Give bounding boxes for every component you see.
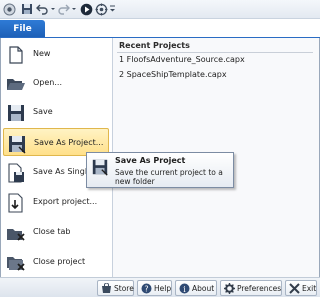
floppy-save-as-icon xyxy=(91,158,109,176)
file-menu-bottom-bar: Store ? Help i About Preferences Exit xyxy=(0,277,320,297)
undo-icon[interactable] xyxy=(36,3,49,16)
save-as-project-tooltip: Save As Project Save the current project… xyxy=(86,152,234,188)
recent-project-item[interactable]: 2 SpaceShipTemplate.capx xyxy=(119,70,227,79)
new-label: New xyxy=(33,49,51,58)
about-button[interactable]: i About xyxy=(175,280,217,296)
save-single-file-icon xyxy=(6,163,26,183)
app-logo-icon[interactable] xyxy=(3,3,16,16)
tooltip-description: Save the current project to a new folder xyxy=(115,168,223,186)
floppy-save-as-icon xyxy=(7,134,27,154)
redo-icon[interactable] xyxy=(57,3,70,16)
file-tab[interactable]: File xyxy=(0,20,45,38)
store-icon xyxy=(101,282,112,294)
export-icon xyxy=(6,193,26,213)
svg-text:i: i xyxy=(183,285,186,294)
quick-access-toolbar xyxy=(0,0,320,19)
save-icon[interactable] xyxy=(21,3,33,16)
recent-projects-heading: Recent Projects xyxy=(119,41,190,50)
close-project-icon xyxy=(6,253,26,273)
save-command[interactable]: Save xyxy=(3,98,109,126)
debug-icon[interactable] xyxy=(95,3,108,16)
recent-project-item[interactable]: 1 FloofsAdventure_Source.capx xyxy=(119,55,245,64)
close-project-label: Close project xyxy=(33,257,86,266)
undo-dropdown-icon[interactable] xyxy=(50,3,56,16)
run-icon[interactable] xyxy=(80,3,93,16)
gear-icon xyxy=(224,283,235,294)
preferences-label: Preferences xyxy=(237,284,282,293)
svg-text:?: ? xyxy=(144,285,148,294)
close-tab-icon xyxy=(6,223,26,243)
close-tab-command[interactable]: Close tab xyxy=(3,218,109,246)
customize-toolbar-icon[interactable] xyxy=(109,3,116,16)
tooltip-title: Save As Project xyxy=(115,156,186,165)
export-project-command[interactable]: Export project... xyxy=(3,188,109,216)
open-command[interactable]: Open... xyxy=(3,69,109,97)
save-as-project-label: Save As Project... xyxy=(34,138,104,147)
export-project-label: Export project... xyxy=(33,197,98,206)
recent-projects-divider xyxy=(117,52,313,53)
info-icon: i xyxy=(179,283,190,294)
preferences-button[interactable]: Preferences xyxy=(220,280,282,296)
help-button[interactable]: ? Help xyxy=(137,280,172,296)
redo-dropdown-icon[interactable] xyxy=(71,3,77,16)
help-icon: ? xyxy=(141,283,152,294)
close-project-command[interactable]: Close project xyxy=(3,248,109,276)
exit-button[interactable]: Exit xyxy=(285,280,317,296)
store-label: Store xyxy=(114,284,134,293)
open-label: Open... xyxy=(33,78,62,87)
exit-label: Exit xyxy=(302,284,317,293)
floppy-save-icon xyxy=(6,103,26,123)
about-label: About xyxy=(192,284,215,293)
save-label: Save xyxy=(33,107,53,116)
close-tab-label: Close tab xyxy=(33,227,71,236)
new-command[interactable]: New xyxy=(3,40,109,68)
help-label: Help xyxy=(154,284,172,293)
exit-icon xyxy=(289,283,300,294)
folder-open-icon xyxy=(6,74,26,94)
store-button[interactable]: Store xyxy=(97,280,134,296)
new-document-icon xyxy=(6,45,26,65)
